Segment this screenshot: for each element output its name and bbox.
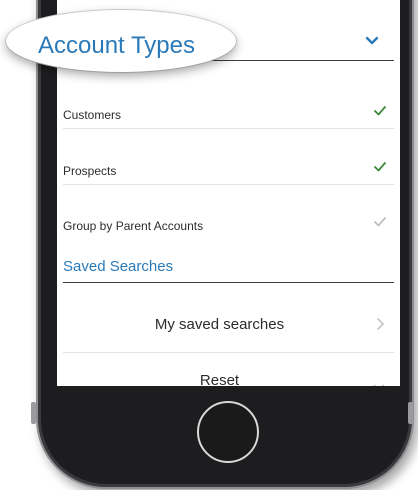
list-divider bbox=[63, 128, 394, 129]
my-saved-searches-row[interactable]: My saved searches bbox=[57, 300, 388, 350]
chevron-right-icon bbox=[377, 318, 384, 330]
my-saved-searches-label: My saved searches bbox=[154, 316, 285, 333]
account-type-group-by-parent[interactable]: Group by Parent Accounts bbox=[63, 197, 394, 253]
phone-side-button bbox=[31, 402, 36, 424]
reset-button[interactable]: Reset bbox=[57, 372, 382, 386]
account-type-customers[interactable]: Customers bbox=[63, 86, 394, 142]
list-divider bbox=[63, 352, 394, 353]
phone-side-button bbox=[408, 402, 413, 424]
row-label: Prospects bbox=[63, 164, 117, 178]
row-label: Customers bbox=[63, 108, 122, 122]
chevron-down-icon bbox=[373, 384, 385, 386]
list-divider bbox=[63, 184, 394, 185]
saved-searches-divider bbox=[63, 282, 394, 283]
account-type-prospects[interactable]: Prospects bbox=[63, 142, 394, 198]
chevron-down-icon[interactable] bbox=[365, 34, 379, 48]
home-button[interactable] bbox=[197, 401, 259, 463]
saved-searches-title: Saved Searches bbox=[63, 258, 174, 275]
checkmark-icon bbox=[374, 217, 386, 227]
checkmark-icon bbox=[374, 162, 386, 172]
checkmark-icon bbox=[374, 106, 386, 116]
row-label: Group by Parent Accounts bbox=[63, 219, 204, 233]
page-title: Account Types bbox=[38, 32, 195, 59]
